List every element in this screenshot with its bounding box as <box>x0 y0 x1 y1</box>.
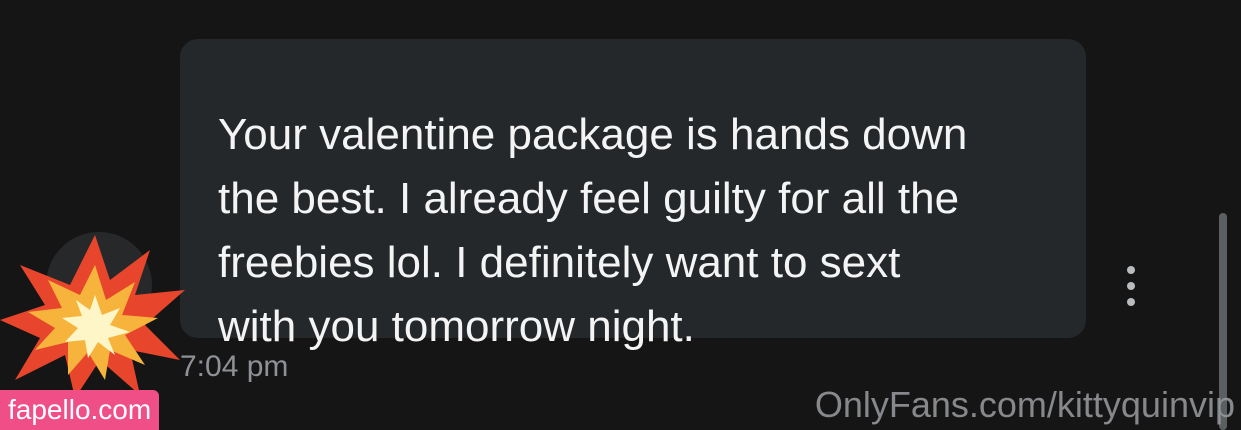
message-bubble[interactable]: Your valentine package is hands down the… <box>180 39 1086 351</box>
dot <box>1127 298 1135 306</box>
watermark-right: OnlyFans.com/kittyquinvip <box>814 384 1235 425</box>
more-options-icon[interactable] <box>1120 266 1142 306</box>
collision-burst-icon <box>0 235 185 398</box>
watermark-left: fapello.com <box>0 390 160 430</box>
dot <box>1127 266 1135 274</box>
dot <box>1127 282 1135 290</box>
message-timestamp: 7:04 pm <box>180 350 289 383</box>
chat-view: Your valentine package is hands down the… <box>0 0 1241 430</box>
message-text: Your valentine package is hands down the… <box>218 110 968 351</box>
